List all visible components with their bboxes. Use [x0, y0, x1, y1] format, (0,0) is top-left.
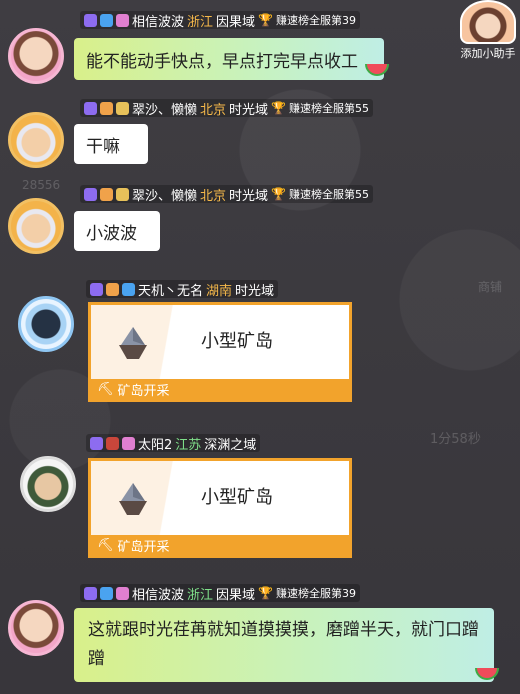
sender-name[interactable]: 翠沙、懒懒: [132, 99, 197, 118]
level-badge-icon: [84, 13, 97, 27]
rank-label: 赚速榜全服第39: [276, 14, 356, 27]
share-card[interactable]: 小型矿岛 ⛏ 矿岛开采: [88, 302, 352, 402]
gender-badge-icon: [116, 187, 129, 201]
gender-badge-icon: [122, 436, 135, 450]
background-text: 1分58秒: [430, 432, 481, 447]
card-footer-label: 矿岛开采: [117, 383, 170, 399]
sender-line: 太阳2 江苏 深渊之域: [86, 434, 261, 453]
vip-badge-icon: [100, 586, 113, 600]
avatar[interactable]: [8, 600, 64, 656]
vip-badge-icon: [100, 187, 113, 201]
avatar[interactable]: [18, 296, 74, 352]
sender-province: 江苏: [175, 437, 202, 453]
sender-server: 深渊之域: [204, 437, 257, 453]
sender-line: 天机丶无名 湖南 时光域: [86, 280, 279, 299]
level-badge-icon: [84, 586, 97, 600]
mine-footer-icon: ⛏: [97, 537, 114, 553]
vip-badge-icon: [106, 282, 119, 296]
vip-badge-icon: [100, 101, 113, 115]
sender-server: 因果域: [216, 587, 256, 603]
message-text: 能不能动手快点，早点打完早点收工: [86, 51, 358, 72]
card-footer-label: 矿岛开采: [117, 539, 170, 555]
sender-server: 时光域: [229, 102, 269, 118]
card-body: 小型矿岛: [91, 305, 349, 379]
sender-name[interactable]: 翠沙、懒懒: [132, 185, 197, 204]
sender-name[interactable]: 天机丶无名: [138, 280, 203, 299]
level-badge-icon: [84, 187, 97, 201]
avatar[interactable]: [8, 198, 64, 254]
gender-badge-icon: [116, 13, 129, 27]
sender-name[interactable]: 相信波波: [132, 11, 184, 30]
sender-line: 翠沙、懒懒 北京 时光域 🏆 赚速榜全服第55: [80, 99, 373, 118]
sender-name[interactable]: 相信波波: [132, 584, 184, 603]
sender-line: 相信波波 浙江 因果域 🏆 赚速榜全服第39: [80, 11, 360, 30]
card-body: 小型矿岛: [91, 461, 349, 535]
message-text: 干嘛: [86, 136, 120, 157]
message-text: 小波波: [86, 223, 137, 244]
sender-line: 翠沙、懒懒 北京 时光域 🏆 赚速榜全服第55: [80, 185, 373, 204]
share-card[interactable]: 小型矿岛 ⛏ 矿岛开采: [88, 458, 352, 558]
helper-avatar-icon: [460, 0, 516, 44]
sender-province: 浙江: [187, 587, 214, 603]
avatar[interactable]: [20, 456, 76, 512]
mine-footer-icon: ⛏: [97, 381, 114, 397]
background-text: 28556: [22, 178, 61, 192]
sender-server: 时光域: [235, 283, 275, 299]
sender-server: 时光域: [229, 188, 269, 204]
card-footer: ⛏ 矿岛开采: [91, 379, 349, 399]
sender-province: 湖南: [206, 283, 233, 299]
rank-label: 赚速榜全服第55: [289, 188, 369, 201]
avatar[interactable]: [8, 28, 64, 84]
rank-label: 赚速榜全服第39: [276, 587, 356, 600]
level-badge-icon: [90, 282, 103, 296]
gender-badge-icon: [122, 282, 135, 296]
message-bubble[interactable]: 干嘛: [74, 124, 148, 164]
message-text: 这就跟时光荏苒就知道摸摸摸，磨蹭半天，就门口蹭蹭: [88, 620, 479, 669]
rank-label: 赚速榜全服第55: [289, 102, 369, 115]
card-title: 小型矿岛: [201, 487, 273, 508]
level-badge-icon: [84, 101, 97, 115]
gender-badge-icon: [116, 586, 129, 600]
trophy-icon: 🏆: [271, 187, 286, 201]
trophy-icon: 🏆: [271, 101, 286, 115]
sender-province: 北京: [200, 102, 227, 118]
background-text: 商铺: [478, 280, 503, 294]
watermelon-icon: [365, 64, 389, 76]
vip-badge-icon: [106, 436, 119, 450]
mine-island-icon: [119, 327, 147, 359]
sender-line: 相信波波 浙江 因果域 🏆 赚速榜全服第39: [80, 584, 360, 603]
sender-province: 浙江: [187, 14, 214, 30]
add-helper-label: 添加小助手: [460, 47, 516, 60]
mine-island-icon: [119, 483, 147, 515]
level-badge-icon: [90, 436, 103, 450]
trophy-icon: 🏆: [258, 586, 273, 600]
message-bubble[interactable]: 小波波: [74, 211, 160, 251]
message-bubble[interactable]: 能不能动手快点，早点打完早点收工: [74, 38, 384, 80]
avatar[interactable]: [8, 112, 64, 168]
card-title: 小型矿岛: [201, 331, 273, 352]
card-footer: ⛏ 矿岛开采: [91, 535, 349, 555]
sender-name[interactable]: 太阳2: [138, 434, 172, 453]
add-helper-button[interactable]: 添加小助手: [458, 0, 518, 61]
gender-badge-icon: [116, 101, 129, 115]
trophy-icon: 🏆: [258, 13, 273, 27]
watermelon-icon: [475, 668, 499, 680]
message-bubble[interactable]: 这就跟时光荏苒就知道摸摸摸，磨蹭半天，就门口蹭蹭: [74, 608, 494, 682]
sender-server: 因果域: [216, 14, 256, 30]
sender-province: 北京: [200, 188, 227, 204]
vip-badge-icon: [100, 13, 113, 27]
